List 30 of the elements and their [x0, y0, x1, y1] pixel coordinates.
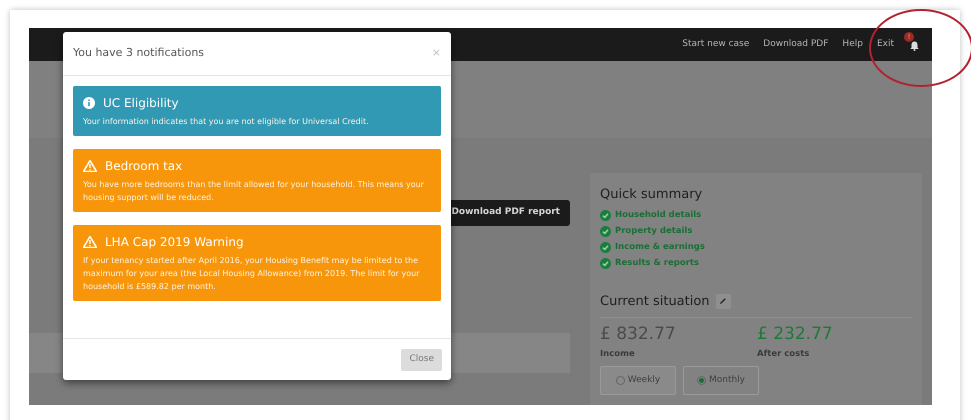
after-costs-label: After costs	[757, 348, 810, 360]
alert-title: UC Eligibility	[103, 95, 179, 112]
nav-link[interactable]: Help	[842, 38, 863, 52]
warning-icon	[83, 160, 97, 172]
period-option[interactable]: Monthly	[683, 366, 759, 396]
alert-message: You have more bedrooms than the limit allowed for your household. This means your housing support will be reduced.	[83, 179, 425, 204]
period-option[interactable]: Weekly	[600, 366, 676, 396]
warning-icon	[83, 236, 97, 248]
after-costs-amount: £ 232.77	[757, 323, 833, 346]
summary-item[interactable]: Income & earnings	[615, 241, 705, 254]
bell-icon[interactable]	[910, 40, 919, 50]
income-label: Income	[600, 348, 636, 360]
current-situation-title: Current situation	[600, 292, 710, 310]
nav-link[interactable]: Start new case	[682, 38, 750, 52]
income-amount: £ 832.77	[600, 323, 677, 346]
summary-item[interactable]: Property details	[615, 225, 692, 238]
alert-message: If your tenancy started after April 2016, your Housing Benefit may be limited to the maximum for your area (the Local Housing Allowance) from 2019. The limit for your household is £589.82 per month.	[83, 255, 420, 293]
modal-title: You have 3 notifications	[73, 45, 204, 62]
summary-item[interactable]: Household details	[615, 209, 702, 222]
pencil-icon	[719, 297, 728, 306]
summary-item[interactable]: Results & reports	[615, 257, 699, 270]
nav-link[interactable]: Download PDF	[763, 38, 828, 52]
close-button[interactable]: Close	[401, 348, 442, 370]
edit-button[interactable]	[716, 294, 731, 309]
alert-title: LHA Cap 2019 Warning	[105, 234, 244, 251]
alert-title: Bedroom tax	[105, 158, 182, 175]
nav-link[interactable]: Exit	[876, 38, 894, 52]
summary-title: Quick summary	[600, 186, 704, 204]
info-icon	[83, 97, 95, 109]
alert-message: Your information indicates that you are not eligible for Universal Credit.	[83, 116, 370, 128]
